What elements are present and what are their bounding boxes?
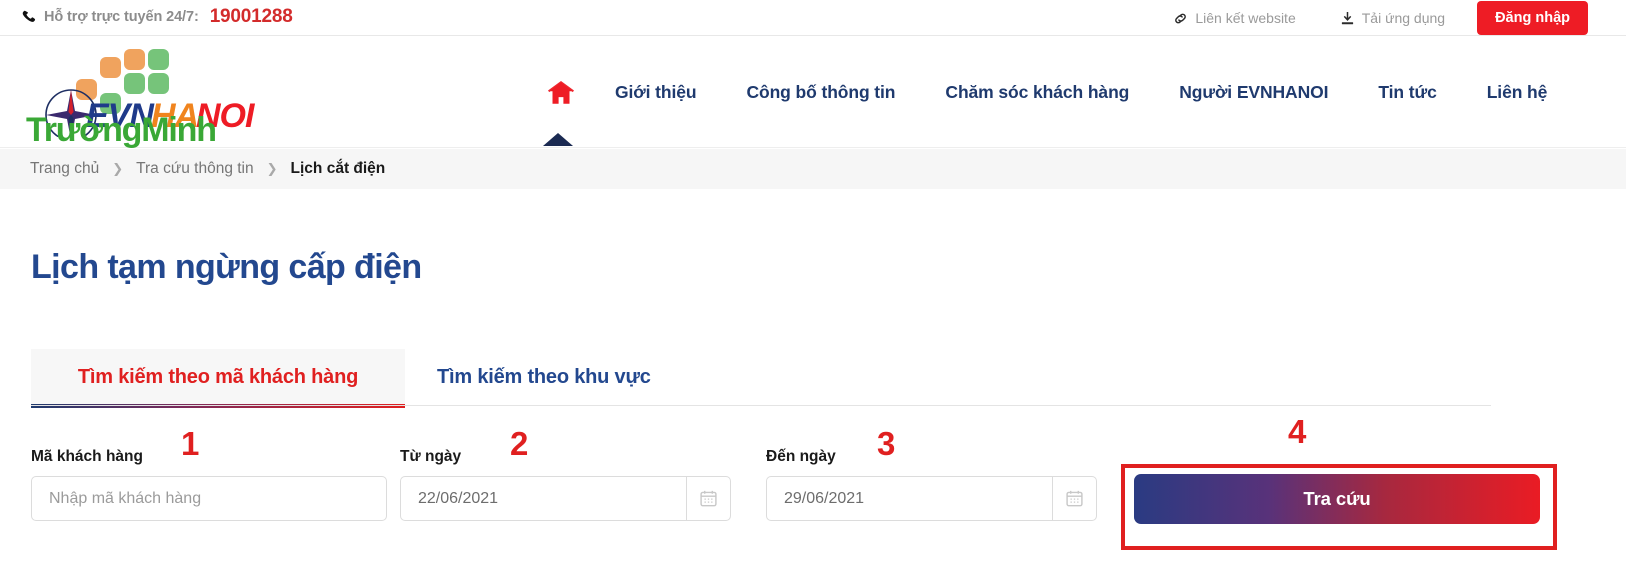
site-logo[interactable]: EVN HA NOI TrườngMinh [14,45,264,149]
link-chain-icon [1173,11,1188,26]
from-date-calendar-button[interactable] [686,476,731,521]
nav-item-gioi-thieu[interactable]: Giới thiệu [590,82,721,103]
breadcrumb-item-lich-cat-dien: Lịch cắt điện [290,160,386,177]
to-date-field [766,476,1097,521]
from-date-label: Từ ngày [400,448,462,465]
tabs-divider [31,405,1491,406]
search-mode-tabs: Tìm kiếm theo mã khách hàng Tìm kiếm the… [31,349,1491,408]
nav-item-lien-he[interactable]: Liên hệ [1462,82,1573,103]
breadcrumb-item-trang-chu[interactable]: Trang chủ [30,160,99,178]
nav-item-home[interactable] [530,80,590,105]
evnhanoi-logo-mark: EVN HA NOI [45,49,257,137]
top-utility-bar: Hỗ trợ trực tuyến 24/7: 19001288 Liên kế… [0,0,1626,36]
outage-search-form: Mã khách hàng Từ ngày Đến ngày [0,422,1626,532]
page-content: Lịch tạm ngừng cấp điện Tìm kiếm theo mã… [0,189,1626,575]
home-icon [548,80,574,105]
link-app-label: Tải ứng dụng [1361,10,1446,26]
nav-item-cong-bo-thong-tin[interactable]: Công bố thông tin [721,82,920,103]
calendar-icon [699,489,718,508]
hotline-label: Hỗ trợ trực tuyến 24/7: [44,9,199,25]
nav-active-caret-icon [543,133,573,146]
main-navbar: EVN HA NOI TrườngMinh Giới thiệu Công bố… [0,37,1626,149]
phone-icon [22,10,37,25]
breadcrumb-separator-icon: ❯ [266,161,278,176]
from-date-field [400,476,731,521]
tab-tim-kiem-theo-khu-vuc[interactable]: Tìm kiếm theo khu vực [405,349,683,405]
breadcrumb-separator-icon: ❯ [112,161,124,176]
nav-item-nguoi-evnhanoi[interactable]: Người EVNHANOI [1154,82,1353,103]
customer-code-input[interactable] [31,476,387,521]
link-website-label: Liên kết website [1195,10,1296,26]
svg-text:HA: HA [151,97,198,135]
nav-item-cham-soc-khach-hang[interactable]: Chăm sóc khách hàng [920,82,1154,103]
to-date-label: Đến ngày [766,448,836,465]
hotline-number: 19001288 [209,6,293,27]
to-date-input[interactable] [766,476,1052,521]
search-button[interactable]: Tra cứu [1134,474,1540,524]
breadcrumb-item-tra-cuu-thong-tin[interactable]: Tra cứu thông tin [136,160,254,178]
breadcrumb: Trang chủ ❯ Tra cứu thông tin ❯ Lịch cắt… [0,149,1626,189]
nav-item-tin-tuc[interactable]: Tin tức [1353,82,1461,103]
link-app-item[interactable]: Tải ứng dụng [1318,10,1467,26]
login-button[interactable]: Đăng nhập [1477,1,1588,35]
calendar-icon [1065,489,1084,508]
tab-tim-kiem-theo-ma-khach-hang[interactable]: Tìm kiếm theo mã khách hàng [31,349,405,408]
svg-text:EVN: EVN [86,97,155,135]
topbar-right-links: Liên kết website Tải ứng dụng Đăng nhập [1151,0,1626,36]
customer-code-label: Mã khách hàng [31,448,143,465]
primary-nav: Giới thiệu Công bố thông tin Chăm sóc kh… [530,37,1572,148]
hotline-block: Hỗ trợ trực tuyến 24/7: 19001288 [22,6,293,28]
from-date-input[interactable] [400,476,686,521]
page-title: Lịch tạm ngừng cấp điện [31,248,422,286]
svg-text:NOI: NOI [196,97,256,135]
to-date-calendar-button[interactable] [1052,476,1097,521]
link-website-item[interactable]: Liên kết website [1151,10,1317,26]
download-icon [1340,11,1355,26]
